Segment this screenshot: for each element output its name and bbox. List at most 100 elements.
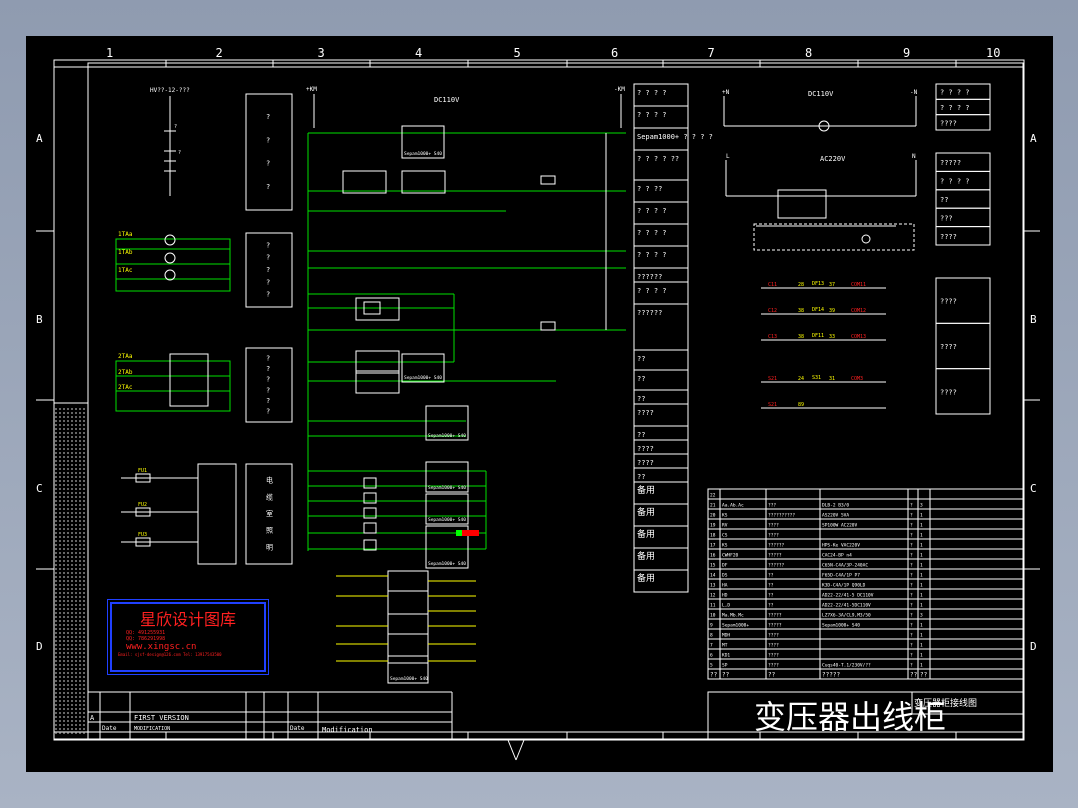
bus-n-left: +N bbox=[722, 89, 730, 96]
circuit-mid2: 37 bbox=[829, 282, 835, 288]
bom-cell: 1 bbox=[920, 533, 923, 539]
bom-cell: 10 bbox=[710, 613, 716, 619]
bom-cell: DLB-2 B3/0 bbox=[822, 503, 849, 509]
row-label-right: C bbox=[1030, 482, 1037, 495]
desc-cell-text: ? ? ? ? bbox=[637, 89, 667, 97]
left-desc-text: 缆 bbox=[266, 492, 273, 501]
dc-title-right: DC110V bbox=[808, 90, 834, 98]
circuit-device: DF11 bbox=[812, 333, 824, 339]
bom-cell: 1 bbox=[920, 523, 923, 529]
bom-cell: HA bbox=[722, 583, 728, 589]
circuit-mid2: 33 bbox=[829, 334, 835, 340]
dc-title: DC110V bbox=[434, 96, 460, 104]
desc-cell-text: 备用 bbox=[637, 572, 655, 584]
bom-cell: K3D-C4A/1P Q90LD bbox=[822, 583, 866, 589]
left-desc-text: ? bbox=[266, 254, 270, 262]
ct-label-1b: 1TAb bbox=[118, 249, 133, 256]
bom-cell: ? bbox=[910, 543, 913, 549]
bom-cell: ? bbox=[910, 533, 913, 539]
bom-cell: ? bbox=[910, 573, 913, 579]
bom-cell: CS bbox=[722, 533, 728, 539]
ct-label-2b: 2TAb bbox=[118, 369, 133, 376]
bom-cell: RV bbox=[722, 523, 728, 529]
left-desc-text: 电 bbox=[266, 476, 273, 485]
circuit-mid1: 24 bbox=[798, 376, 804, 382]
bom-cell: ???? bbox=[768, 633, 779, 639]
bom-cell: 1 bbox=[920, 633, 923, 639]
hv-label: HV??-12-??? bbox=[150, 87, 190, 94]
bom-cell: ???? bbox=[768, 643, 779, 649]
bus-l: L bbox=[726, 153, 730, 160]
bom-cell: ???? bbox=[768, 663, 779, 669]
bom-cell: 1 bbox=[920, 643, 923, 649]
circuit-right: COM11 bbox=[851, 282, 866, 288]
column-label: 1 bbox=[106, 46, 113, 60]
bom-cell: AS220V 5VA bbox=[822, 513, 849, 519]
bom-cell: ???? bbox=[768, 523, 779, 529]
left-desc-text: ? bbox=[266, 291, 270, 299]
row-label-left: A bbox=[36, 132, 43, 145]
circuit-left: S21 bbox=[768, 402, 777, 408]
bom-cell: 17 bbox=[710, 543, 716, 549]
desc-cell-text: 备用 bbox=[637, 550, 655, 562]
bom-cell: ?????????? bbox=[768, 513, 795, 519]
desc-cell-text: ? ? ?? bbox=[637, 185, 662, 193]
desc-cell-text: ???? bbox=[637, 409, 654, 417]
bom-cell: 1 bbox=[920, 543, 923, 549]
bom-cell: 13 bbox=[710, 583, 716, 589]
bom-cell: LZ7X6-3A/CL9,M3/50 bbox=[822, 613, 871, 619]
bom-cell: Sepam1000+ bbox=[722, 623, 749, 629]
column-label: 2 bbox=[216, 46, 223, 60]
bom-cell: C65N-C4A/3P-240AC bbox=[822, 563, 868, 569]
circuit-device: DF14 bbox=[812, 307, 824, 313]
left-desc-text: ? bbox=[266, 386, 270, 394]
column-label: 10 bbox=[986, 46, 1000, 60]
watermark-url: www.xingsc.cn bbox=[126, 642, 197, 652]
desc-cell-text: ? ? ? ? bbox=[637, 207, 667, 215]
column-label: 5 bbox=[514, 46, 521, 60]
bom-cell: ? bbox=[910, 503, 913, 509]
desc-cell-text: ? ? ? ? bbox=[637, 287, 667, 295]
right-desc-text: ???? bbox=[940, 298, 957, 306]
desc-cell-text: ?????? bbox=[637, 273, 662, 281]
right-desc-text: ????? bbox=[940, 159, 961, 167]
revision-text: FIRST VERSION bbox=[134, 714, 189, 722]
circuit-mid1: 28 bbox=[798, 282, 804, 288]
desc-cell-text: ? ? ? ? bbox=[637, 251, 667, 259]
revision-date-label-2: Date bbox=[290, 725, 305, 732]
bom-cell: KS bbox=[722, 543, 728, 549]
watermark-email: Email: sjsf-design@126.com Tel: 13917543… bbox=[118, 652, 222, 657]
left-desc-box bbox=[245, 93, 293, 211]
ct-label-1c: 1TAc bbox=[118, 267, 133, 274]
desc-cell-text: ?? bbox=[637, 473, 645, 481]
bom-cell: ????? bbox=[768, 623, 782, 629]
ac-title: AC220V bbox=[820, 155, 846, 163]
hv-small-0: ? bbox=[174, 124, 177, 130]
bom-cell: ?? bbox=[768, 573, 774, 579]
relay-label: Sepam1000+ S40 bbox=[428, 517, 466, 523]
bom-cell: ? bbox=[910, 613, 913, 619]
title-sub: 变压器柜接线图 bbox=[914, 697, 977, 709]
bom-cell: ? bbox=[910, 603, 913, 609]
bom-cell: ?? bbox=[722, 672, 730, 679]
bus-n-right: -N bbox=[910, 89, 918, 96]
bom-cell: Ma.Mb.Mc bbox=[722, 613, 744, 619]
bom-cell: L,D bbox=[722, 603, 730, 609]
cad-drawing-canvas[interactable]: 1 2 3 4 5 6 7 8 9 10 AABBCCDD HV??-12-??? ? ? 1TA… bbox=[26, 36, 1053, 772]
desc-cell-text: 备用 bbox=[637, 484, 655, 496]
desc-cell-text: ?? bbox=[637, 375, 645, 383]
row-label-left: C bbox=[36, 482, 43, 495]
bom-cell: 1 bbox=[920, 583, 923, 589]
ct-label-2c: 2TAc bbox=[118, 384, 133, 391]
row-label-right: B bbox=[1030, 313, 1037, 326]
bom-cell: AD22-22/41-5DC110V bbox=[822, 603, 871, 609]
relay-label: Sepam1000+ S40 bbox=[390, 676, 428, 682]
bom-cell: 16 bbox=[710, 553, 716, 559]
fuse-1: FU1 bbox=[138, 468, 147, 474]
desc-cell-text: ?? bbox=[637, 355, 645, 363]
bom-cell: ?????? bbox=[768, 543, 785, 549]
bom-cell: 5 bbox=[710, 663, 713, 669]
bus-left-label: +KM bbox=[306, 86, 317, 93]
left-desc-text: ? bbox=[266, 113, 270, 121]
circuit-left: C11 bbox=[768, 282, 777, 288]
